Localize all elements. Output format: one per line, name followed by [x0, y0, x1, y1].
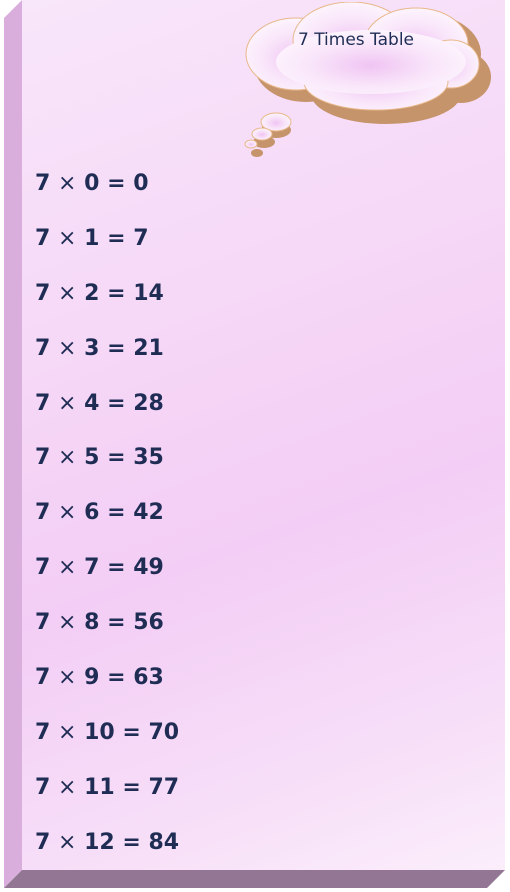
multiplicand: 7: [35, 829, 51, 855]
equals-sign: =: [107, 445, 126, 471]
times-sign: ×: [57, 225, 77, 251]
times-table: 7 × 0 = 07 × 1 = 77 × 2 = 14 7 × 3 = 21 7 …: [35, 168, 179, 882]
product: 77: [148, 774, 180, 800]
multiplier: 0: [84, 171, 100, 196]
product: 35: [133, 445, 164, 471]
multiplier: 12: [84, 829, 115, 855]
equals-sign: =: [107, 555, 126, 581]
multiplier: 11: [84, 774, 115, 800]
multiplicand: 7: [35, 171, 51, 196]
times-sign: ×: [57, 390, 77, 416]
multiplicand: 7: [35, 225, 51, 251]
equals-sign: =: [107, 335, 126, 361]
multiplier: 4: [84, 390, 100, 416]
table-row: 7 × 10 = 70: [35, 717, 179, 772]
times-sign: ×: [57, 774, 77, 800]
equals-sign: =: [107, 171, 126, 196]
table-row: 7 × 11 = 77: [35, 772, 179, 827]
table-row: 7 × 0 = 0: [35, 168, 179, 223]
multiplicand: 7: [35, 555, 51, 581]
product: 7: [133, 225, 149, 251]
multiplicand: 7: [35, 335, 51, 361]
multiplier: 8: [84, 610, 100, 636]
equals-sign: =: [107, 280, 126, 306]
product: 70: [148, 719, 180, 745]
multiplier: 10: [84, 719, 115, 745]
page-title: 7 Times Table: [297, 30, 415, 50]
table-row: 7 × 2 = 14: [35, 278, 179, 333]
table-row: 7 × 9 = 63: [35, 662, 179, 717]
product: 21: [133, 335, 164, 361]
product: 84: [148, 829, 180, 855]
product: 63: [133, 665, 164, 691]
table-row: 7 × 7 = 49: [35, 552, 179, 607]
multiplicand: 7: [35, 719, 51, 745]
equals-sign: =: [107, 610, 126, 636]
multiplicand: 7: [35, 390, 51, 416]
times-sign: ×: [57, 719, 77, 745]
multiplier: 7: [84, 555, 100, 581]
multiplier: 6: [84, 500, 100, 526]
times-sign: ×: [57, 171, 77, 196]
multiplicand: 7: [35, 774, 51, 800]
multiplicand: 7: [35, 665, 51, 691]
table-row: 7 × 1 = 7: [35, 223, 179, 278]
multiplier: 2: [84, 280, 100, 306]
equals-sign: =: [122, 719, 141, 745]
equals-sign: =: [107, 225, 126, 251]
multiplier: 5: [84, 445, 100, 471]
product: 56: [133, 610, 164, 636]
multiplicand: 7: [35, 445, 51, 471]
times-sign: ×: [57, 335, 77, 361]
times-sign: ×: [57, 445, 77, 471]
product: 14: [133, 280, 164, 306]
box-side-face: [4, 0, 22, 888]
times-sign: ×: [57, 829, 77, 855]
multiplicand: 7: [35, 610, 51, 636]
equals-sign: =: [107, 500, 126, 526]
product: 42: [133, 500, 164, 526]
times-sign: ×: [57, 665, 77, 691]
table-row: 7 × 3 = 21: [35, 333, 179, 388]
multiplicand: 7: [35, 500, 51, 526]
multiplier: 9: [84, 665, 100, 691]
equals-sign: =: [122, 774, 141, 800]
times-sign: ×: [57, 500, 77, 526]
table-row: 7 × 6 = 42: [35, 497, 179, 552]
equals-sign: =: [122, 829, 141, 855]
times-sign: ×: [57, 280, 77, 306]
equals-sign: =: [107, 390, 126, 416]
product: 0: [133, 171, 149, 196]
product: 49: [133, 555, 164, 581]
thought-cloud-icon: [244, 2, 491, 157]
table-row: 7 × 8 = 56: [35, 607, 179, 662]
table-row: 7 × 4 = 28: [35, 388, 179, 443]
multiplier: 3: [84, 335, 100, 361]
table-row: 7 × 5 = 35: [35, 442, 179, 497]
multiplier: 1: [84, 225, 100, 251]
times-sign: ×: [57, 555, 77, 581]
table-row: 7 × 12 = 84: [35, 827, 179, 882]
equals-sign: =: [107, 665, 126, 691]
times-sign: ×: [57, 610, 77, 636]
product: 28: [133, 390, 164, 416]
multiplicand: 7: [35, 280, 51, 306]
